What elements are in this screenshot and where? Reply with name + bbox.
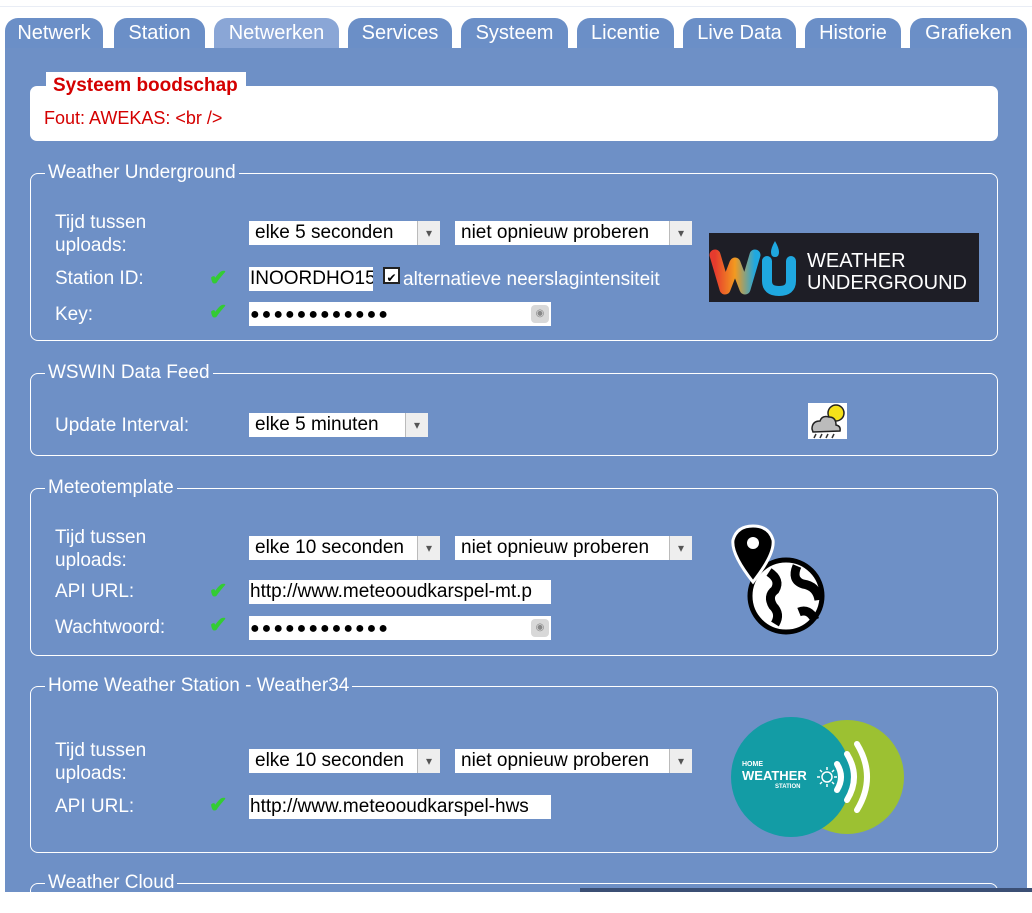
- retry-select[interactable]: niet opnieuw proberen ▾: [455, 221, 692, 245]
- station-id-input[interactable]: INOORDHO15: [249, 267, 373, 291]
- tab-licentie[interactable]: Licentie: [577, 18, 674, 49]
- eye-icon[interactable]: ◉: [531, 305, 549, 323]
- alt-rain-checkbox[interactable]: ✔: [383, 267, 400, 285]
- upload-interval-value: elke 10 seconden: [255, 537, 404, 558]
- password-label: Wachtwoord:: [55, 617, 166, 638]
- upload-interval-select[interactable]: elke 10 seconden ▾: [249, 749, 440, 773]
- key-input[interactable]: ●●●●●●●●●●●● ◉: [249, 302, 551, 326]
- password-input[interactable]: ●●●●●●●●●●●● ◉: [249, 616, 551, 640]
- hws-logo-text-2: WEATHER: [742, 768, 807, 783]
- check-icon: ✔: [209, 612, 228, 637]
- upload-interval-label: Tijd tussen uploads:: [55, 212, 147, 256]
- update-interval-value: elke 5 minuten: [255, 414, 379, 435]
- system-message-box: Systeem boodschap Fout: AWEKAS: <br />: [30, 72, 998, 141]
- system-message-title: Systeem boodschap: [46, 72, 246, 100]
- section-title: Meteotemplate: [48, 477, 174, 498]
- retry-value: niet opnieuw proberen: [461, 750, 650, 771]
- chevron-down-icon: ▾: [417, 221, 440, 245]
- api-url-label: API URL:: [55, 581, 135, 602]
- weather-underground-logo: WEATHER UNDERGROUND: [709, 233, 979, 302]
- checkmark-icon: ✔: [386, 271, 397, 285]
- tab-live-data[interactable]: Live Data: [683, 18, 796, 49]
- section-title: Weather Underground: [48, 162, 236, 183]
- check-icon: ✔: [209, 265, 228, 290]
- key-label: Key:: [55, 304, 94, 325]
- tab-systeem[interactable]: Systeem: [461, 18, 568, 49]
- upload-interval-value: elke 10 seconden: [255, 750, 404, 771]
- tab-grafieken[interactable]: Grafieken: [910, 18, 1027, 49]
- update-interval-label: Update Interval:: [55, 415, 190, 436]
- section-title: Weather Cloud: [48, 872, 175, 893]
- top-divider: [0, 6, 1032, 7]
- wswin-weather-icon: [808, 403, 847, 439]
- upload-interval-select[interactable]: elke 10 seconden ▾: [249, 536, 440, 560]
- retry-value: niet opnieuw proberen: [461, 537, 650, 558]
- upload-interval-select[interactable]: elke 5 seconden ▾: [249, 221, 440, 245]
- chevron-down-icon: ▾: [669, 536, 692, 560]
- chevron-down-icon: ▾: [669, 749, 692, 773]
- chevron-down-icon: ▾: [417, 749, 440, 773]
- alt-rain-label: alternatieve neerslagintensiteit: [403, 269, 660, 290]
- key-masked-value: ●●●●●●●●●●●●: [250, 306, 390, 323]
- hws-logo-text-3: STATION: [775, 784, 801, 790]
- wu-logo-text-1: WEATHER: [807, 250, 906, 272]
- section-weather-underground: Weather Underground Tijd tussen uploads:…: [30, 163, 998, 341]
- globe-pin-icon: [729, 524, 827, 636]
- chevron-down-icon: ▾: [417, 536, 440, 560]
- retry-select[interactable]: niet opnieuw proberen ▾: [455, 536, 692, 560]
- chevron-down-icon: ▾: [405, 413, 428, 437]
- section-title: WSWIN Data Feed: [48, 362, 210, 383]
- horizontal-scrollbar[interactable]: [580, 888, 1032, 892]
- tab-station[interactable]: Station: [114, 18, 205, 49]
- section-title: Home Weather Station - Weather34: [48, 675, 350, 696]
- home-weather-station-logo: HOME WEATHER STATION: [729, 716, 909, 838]
- upload-interval-value: elke 5 seconden: [255, 222, 394, 243]
- section-meteotemplate: Meteotemplate Tijd tussen uploads: elke …: [30, 478, 998, 656]
- eye-icon[interactable]: ◉: [531, 619, 549, 637]
- api-url-input[interactable]: http://www.meteooudkarspel-hws: [249, 795, 551, 819]
- retry-select[interactable]: niet opnieuw proberen ▾: [455, 749, 692, 773]
- section-home-weather-station: Home Weather Station - Weather34 Tijd tu…: [30, 676, 998, 853]
- station-id-label: Station ID:: [55, 268, 144, 289]
- tab-historie[interactable]: Historie: [805, 18, 901, 49]
- password-masked-value: ●●●●●●●●●●●●: [250, 620, 390, 637]
- section-weather-cloud: Weather Cloud: [30, 873, 998, 913]
- retry-value: niet opnieuw proberen: [461, 222, 650, 243]
- chevron-down-icon: ▾: [669, 221, 692, 245]
- wu-logo-text-2: UNDERGROUND: [807, 272, 967, 294]
- tab-netwerken[interactable]: Netwerken: [214, 18, 339, 49]
- networks-panel: Systeem boodschap Fout: AWEKAS: <br /> W…: [5, 48, 1027, 913]
- api-url-input[interactable]: http://www.meteooudkarspel-mt.p: [249, 580, 551, 604]
- api-url-label: API URL:: [55, 796, 135, 817]
- system-message-text: Fout: AWEKAS: <br />: [44, 108, 223, 128]
- tab-services[interactable]: Services: [348, 18, 452, 49]
- tab-bar: Netwerk Station Netwerken Services Syste…: [0, 0, 1032, 49]
- section-wswin: WSWIN Data Feed Update Interval: elke 5 …: [30, 363, 998, 456]
- check-icon: ✔: [209, 792, 228, 817]
- check-icon: ✔: [209, 578, 228, 603]
- update-interval-select[interactable]: elke 5 minuten ▾: [249, 413, 428, 437]
- tab-netwerk[interactable]: Netwerk: [5, 18, 103, 49]
- check-icon: ✔: [209, 299, 228, 324]
- upload-interval-label: Tijd tussen uploads:: [55, 527, 147, 571]
- upload-interval-label: Tijd tussen uploads:: [55, 740, 147, 784]
